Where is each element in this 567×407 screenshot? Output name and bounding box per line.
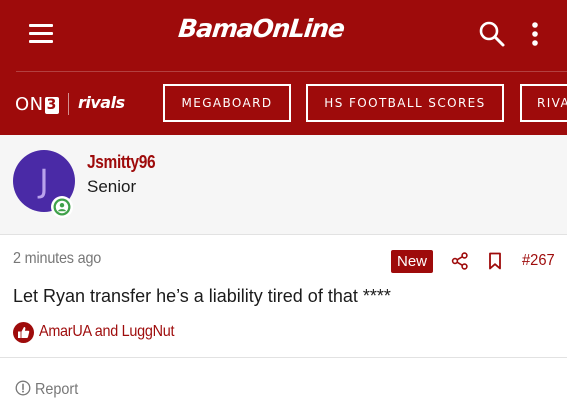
thumbs-up-icon [13,321,34,343]
post-timestamp[interactable]: 2 minutes ago [13,250,101,268]
online-person-icon [51,196,73,218]
brand-separator [68,93,69,115]
report-button[interactable]: Report [15,380,83,400]
on3-logo-number: 3 [44,97,59,114]
post-divider [0,357,567,358]
post-author-block: J Jsmitty96 Senior [0,135,567,235]
hamburger-menu-icon[interactable] [26,22,56,46]
on3-logo-text: ON [15,94,44,115]
hs-football-scores-button[interactable]: HS FOOTBALL SCORES [306,84,504,122]
rivals-logo[interactable]: rivals [78,93,125,112]
report-label: Report [35,381,79,398]
post-body-text: Let Ryan transfer he’s a liability tired… [13,286,391,306]
network-navbar: ON 3 rivals MEGABOARD HS FOOTBALL SCORES … [0,71,567,135]
site-logo[interactable]: BamaOnLine [176,14,370,54]
new-badge: New [391,250,433,273]
navbar-divider [16,71,567,72]
username-link[interactable]: Jsmitty96 [87,152,156,173]
reaction-users: AmarUA and LuggNut [39,323,175,340]
on3-logo[interactable]: ON 3 [15,94,59,115]
alert-circle-icon [15,380,31,401]
user-title: Senior [87,177,137,196]
vertical-ellipsis-icon[interactable] [522,18,548,50]
reactions-summary[interactable]: AmarUA and LuggNut [13,320,189,344]
post-number-link[interactable]: #267 [522,252,555,270]
site-header: BamaOnLine [0,0,567,71]
search-icon[interactable] [476,18,508,50]
share-icon[interactable] [450,251,470,271]
rivals-button[interactable]: RIVALS [520,84,567,122]
megaboard-button[interactable]: MEGABOARD [163,84,291,122]
bookmark-icon[interactable] [486,251,504,271]
